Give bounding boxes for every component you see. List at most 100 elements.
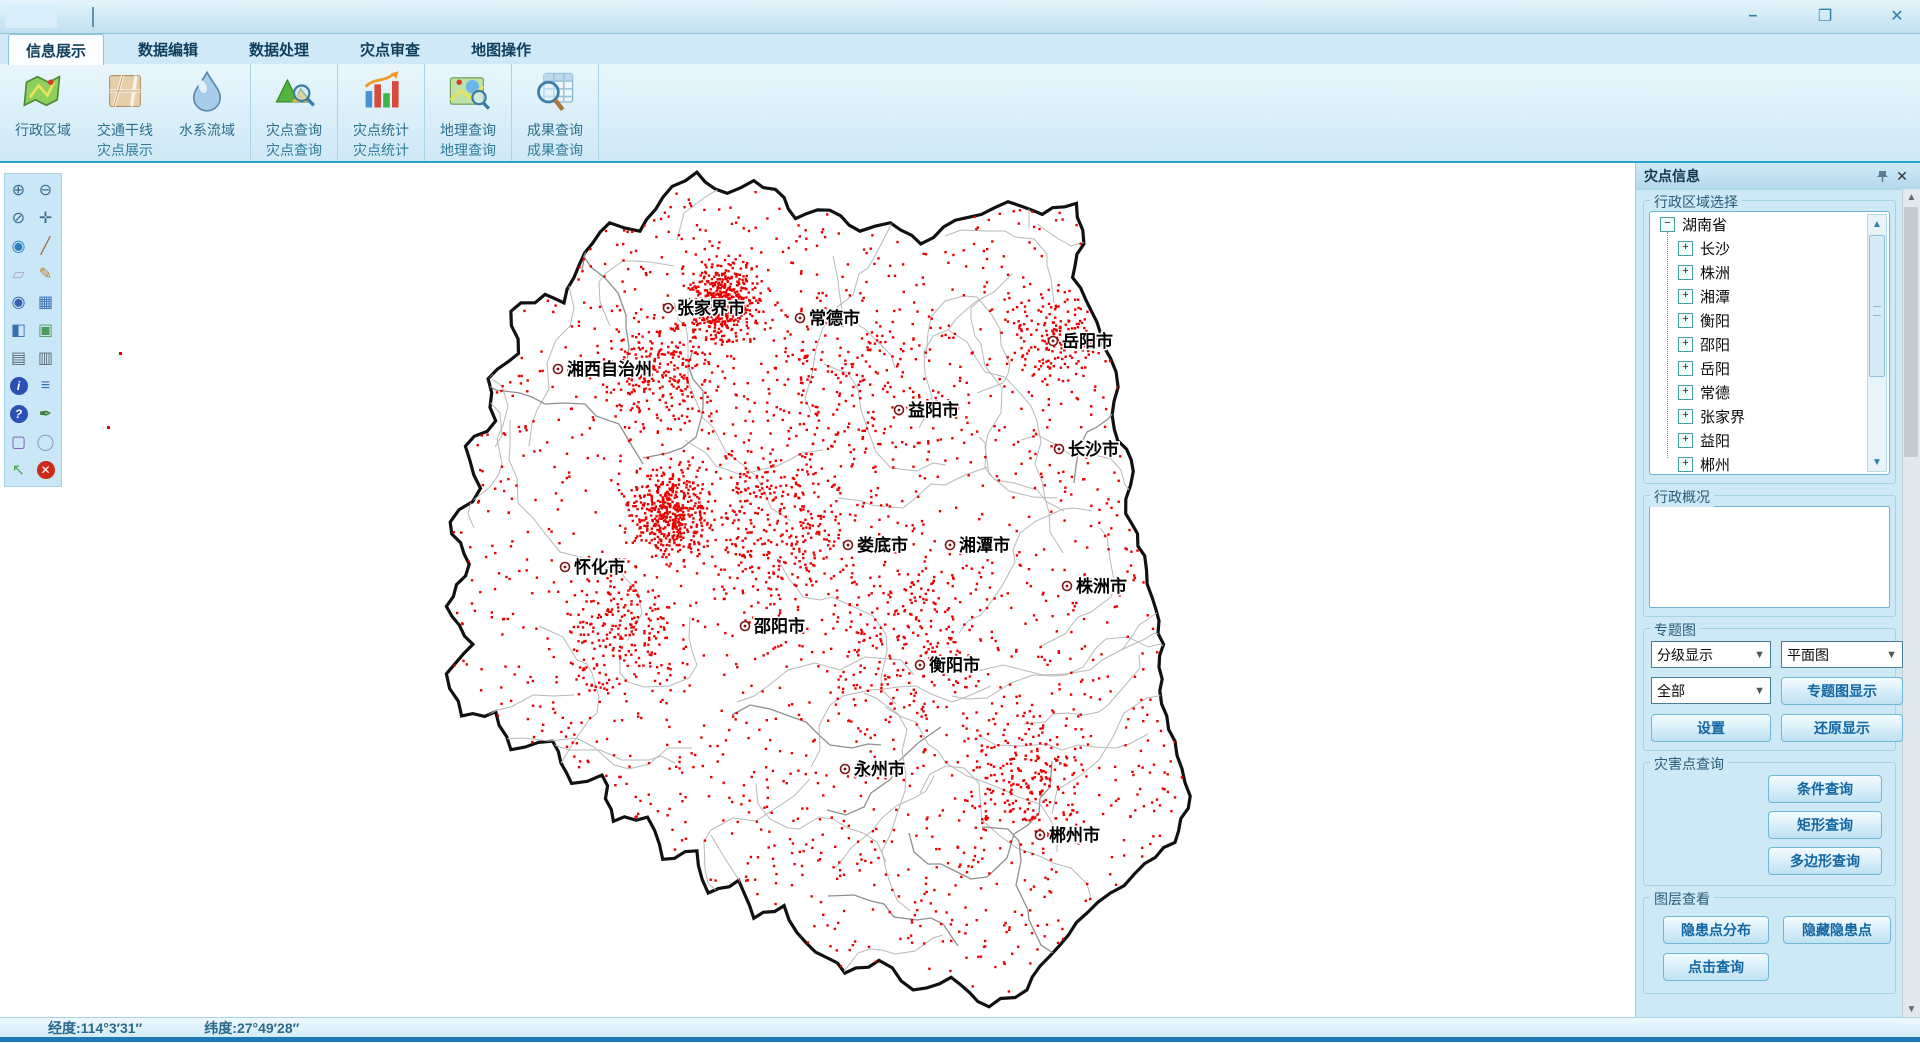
click-query-button[interactable]: 点击查询 [1663,953,1769,981]
tree-item-label: 长沙 [1700,238,1730,259]
minimize-button[interactable]: – [1740,4,1766,28]
ribbon-button-4-1[interactable]: 地理查询 [427,69,509,140]
svg-text:湘潭市: 湘潭市 [959,535,1010,555]
expand-icon[interactable]: + [1678,457,1693,472]
rectangle-query-button[interactable]: 矩形查询 [1768,811,1882,839]
grade-display-dropdown[interactable]: 分级显示▼ [1651,641,1771,668]
overview-textarea[interactable] [1649,506,1890,608]
polygon-query-button[interactable]: 多边形查询 [1768,847,1882,875]
condition-query-button[interactable]: 条件查询 [1768,775,1882,803]
help-icon[interactable]: ? [5,400,32,428]
tab-4[interactable]: 灾点审查 [343,34,437,64]
zoom-window-icon[interactable]: ⊘ [5,204,32,232]
hide-hazard-button[interactable]: 隐藏隐患点 [1783,916,1891,944]
tree-item[interactable]: +张家界 [1650,404,1889,428]
svg-text:湘西自治州: 湘西自治州 [567,359,652,379]
ribbon-button-5-1[interactable]: 成果查询 [514,69,596,140]
print-icon[interactable]: ▤ [5,344,32,372]
tree-item[interactable]: + 岳阳 [1650,356,1889,380]
ribbon-button-label: 水系流域 [179,120,235,140]
svg-text:娄底市: 娄底市 [857,535,908,555]
ribbon-button-3-1[interactable]: 灾点统计 [340,69,422,140]
ribbon-button-1-3[interactable]: 水系流域 [166,69,248,140]
tree-scroll-down-icon[interactable]: ▼ [1868,454,1886,470]
svg-text:张家界市: 张家界市 [677,298,745,318]
expand-icon[interactable]: + [1678,361,1693,376]
close-button[interactable]: ✕ [1884,4,1910,28]
pin-icon[interactable] [1872,166,1892,186]
blank-page-icon[interactable]: ▱ [5,260,32,288]
expand-icon[interactable]: + [1678,433,1693,448]
globe-icon[interactable]: ◉ [5,232,32,260]
settings-button[interactable]: 设置 [1651,714,1771,742]
tree-item[interactable]: +益阳 [1650,428,1889,452]
hunan-map[interactable]: 张家界市常德市岳阳市湘西自治州益阳市长沙市娄底市湘潭市怀化市株洲市邵阳市衡阳市永… [0,163,1636,1017]
print-preview-icon[interactable]: ▥ [32,344,59,372]
expand-icon[interactable]: + [1678,265,1693,280]
zoom-in-icon[interactable]: ⊕ [5,176,32,204]
ribbon-button-2-1[interactable]: 灾点查询 [253,69,335,140]
water-drop-icon [185,69,229,118]
collapse-icon[interactable]: − [1660,217,1675,232]
expand-icon[interactable]: + [1678,241,1693,256]
layers-icon[interactable]: ◧ [5,316,32,344]
tree-scroll-up-icon[interactable]: ▲ [1868,216,1886,232]
overview-title: 行政概况 [1650,487,1714,507]
restore-display-button[interactable]: 还原显示 [1781,714,1903,742]
scroll-down-icon[interactable]: ▼ [1903,1001,1920,1017]
tab-1[interactable]: 信息展示 [8,34,104,65]
tree-item-label: 岳阳 [1700,358,1730,379]
expand-icon[interactable]: + [1678,337,1693,352]
grid-icon[interactable]: ▦ [32,288,59,316]
panel-scrollbar[interactable]: ▲ ▼ [1902,189,1920,1017]
traffic-map-icon [103,69,147,118]
tree-item[interactable]: +常德 [1650,380,1889,404]
thematic-show-button[interactable]: 专题图显示 [1781,677,1903,705]
doc-icon[interactable]: ≡ [32,372,59,400]
tab-5[interactable]: 地图操作 [454,34,548,64]
sign-icon[interactable]: ✒ [32,400,59,428]
scrollbar-thumb[interactable] [1904,207,1918,457]
tree-item[interactable]: +湘潭 [1650,284,1889,308]
tree-item[interactable]: −湖南省 [1650,212,1889,236]
ribbon-button-1-1[interactable]: 行政区域 [2,69,84,140]
tab-3[interactable]: 数据处理 [232,34,326,64]
titlebar-separator [92,7,94,27]
expand-icon[interactable]: + [1678,409,1693,424]
restore-button[interactable]: ❐ [1812,4,1838,28]
tree-item[interactable]: + 长沙 [1650,236,1889,260]
expand-icon[interactable]: + [1678,385,1693,400]
ribbon-button-1-2[interactable]: 交通干线 [84,69,166,140]
zoom-out-icon[interactable]: ⊖ [32,176,59,204]
image-icon[interactable]: ▣ [32,316,59,344]
region-tree[interactable]: −湖南省+长沙+株洲+湘潭+衡阳+邵阳+岳阳+常德+张家界+益阳+郴州 ▲ ▼ [1649,211,1890,475]
tree-scrollbar-thumb[interactable] [1869,235,1885,377]
eye-icon[interactable]: ◉ [5,288,32,316]
tree-item[interactable]: +株洲 [1650,260,1889,284]
tab-2[interactable]: 数据编辑 [121,34,215,64]
map-type-dropdown[interactable]: 平面图▼ [1781,641,1903,668]
window-icon[interactable]: ▢ [5,428,32,456]
expand-icon[interactable]: + [1678,289,1693,304]
stray-disaster-point [119,352,122,355]
tree-item[interactable]: +郴州 [1650,452,1889,475]
ellipse-icon[interactable]: ◯ [32,428,59,456]
panel-close-icon[interactable]: ✕ [1892,166,1912,186]
tree-item[interactable]: +邵阳 [1650,332,1889,356]
map-canvas[interactable]: 张家界市常德市岳阳市湘西自治州益阳市长沙市娄底市湘潭市怀化市株洲市邵阳市衡阳市永… [0,163,1920,1017]
category-dropdown[interactable]: 全部▼ [1651,677,1771,704]
tree-item-label: 衡阳 [1700,310,1730,331]
tree-item[interactable]: + 衡阳 [1650,308,1889,332]
scroll-up-icon[interactable]: ▲ [1903,189,1920,205]
pan-icon[interactable]: ✛ [32,204,59,232]
measure-icon[interactable]: ╱ [32,232,59,260]
info-icon[interactable]: i [5,372,32,400]
select-icon[interactable]: ↖ [5,456,32,484]
hazard-distribution-button[interactable]: 隐患点分布 [1663,916,1769,944]
svg-text:郴州市: 郴州市 [1049,825,1100,845]
expand-icon[interactable]: + [1678,313,1693,328]
delete-icon[interactable]: ✕ [32,456,59,484]
ribbon: 行政区域交通干线水系流域灾点展示灾点查询灾点查询灾点统计灾点统计地理查询地理查询… [0,64,1920,163]
brush-icon[interactable]: ✎ [32,260,59,288]
tree-scrollbar[interactable]: ▲ ▼ [1867,214,1887,472]
